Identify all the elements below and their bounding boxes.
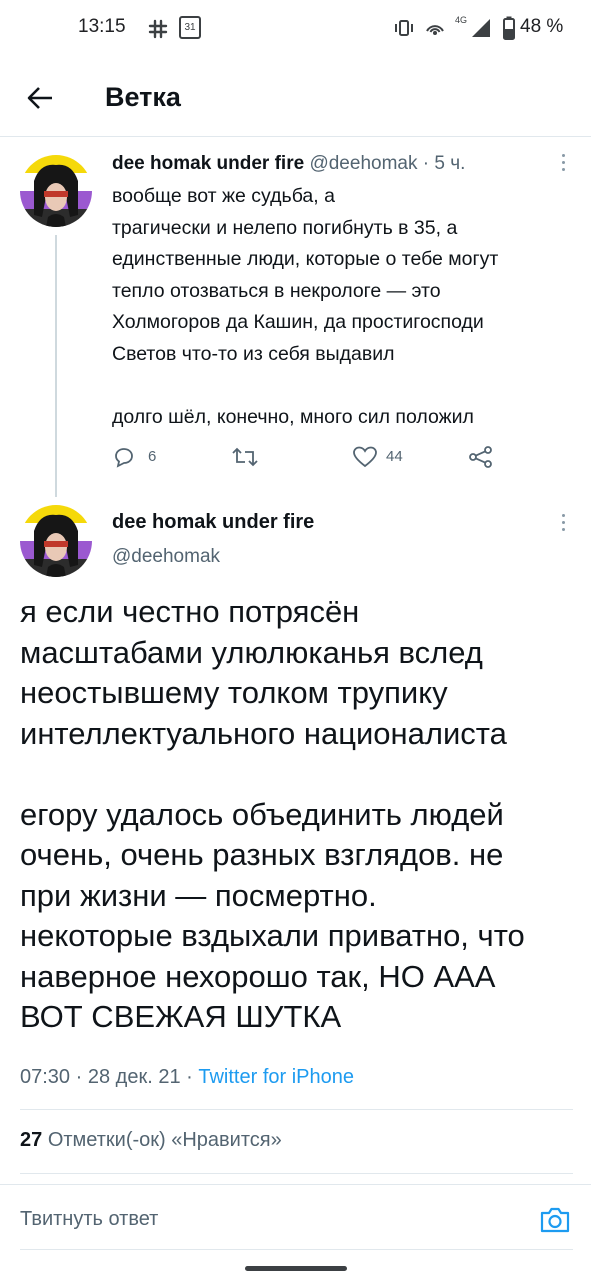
page-title: Ветка [105,82,181,112]
tweet1-header: dee homak under fire @deehomak · 5 ч. [112,153,465,175]
separator: · [186,1066,193,1088]
likes-divider [20,1173,573,1174]
tweet-time: 5 ч. [434,153,466,174]
arrow-left-icon [27,87,52,109]
home-indicator[interactable] [245,1266,347,1271]
tweet1-text: вообще вот же судьба, а трагически и нел… [112,185,499,428]
reply-icon [115,448,133,468]
author-handle[interactable]: @deehomak [112,546,220,568]
author-name[interactable]: dee homak under fire [112,511,314,534]
battery-percent: 48 % [520,16,564,37]
share-icon[interactable] [468,445,494,469]
wifi-icon [426,25,444,35]
status-time: 13:15 [78,16,126,37]
reply-input[interactable]: Твитнуть ответ [20,1208,158,1231]
thread-line [55,235,57,497]
back-button[interactable] [20,80,60,116]
reply-count: 6 [148,448,157,465]
meta-divider [20,1109,573,1110]
avatar-image [20,155,92,227]
tweet-date: 28 дек. 21 [87,1066,181,1088]
tweet-source-link[interactable]: Twitter for iPhone [198,1066,354,1088]
tweet-meta: 07:30 · 28 дек. 21 · Twitter for iPhone [20,1066,354,1089]
avatar-image [20,505,92,577]
avatar[interactable] [20,505,92,577]
reply-divider [0,1184,591,1185]
slack-icon [148,19,168,39]
separator: · [75,1066,83,1088]
status-bar: 13:15 31 4G 48 % [0,0,591,58]
tweet2-text: я если честно потрясён масштабами улюлюк… [20,594,525,1034]
retweet-icon[interactable] [231,445,259,469]
likes-summary[interactable]: 27 Отметки(-ок) «Нравится» [20,1129,282,1152]
more-options-button[interactable] [554,150,572,176]
camera-icon[interactable] [538,1203,572,1237]
vibrate-icon [395,20,413,36]
network-type: 4G [455,15,468,25]
likes-label: Отметки(-ок) «Нравится» [47,1129,282,1151]
heart-icon [353,446,377,468]
tweet-time: 07:30 [20,1066,71,1088]
likes-count: 27 [20,1129,43,1151]
avatar[interactable] [20,155,92,227]
signal-icon [472,19,490,37]
header-divider [0,136,591,137]
like-count: 44 [386,448,403,465]
reply-underline [20,1249,573,1250]
calendar-icon: 31 [179,16,201,39]
battery-icon [503,16,515,40]
author-name[interactable]: dee homak under fire [112,153,304,174]
separator: · [422,153,430,174]
author-handle[interactable]: @deehomak [309,153,417,174]
more-options-button[interactable] [554,510,572,536]
